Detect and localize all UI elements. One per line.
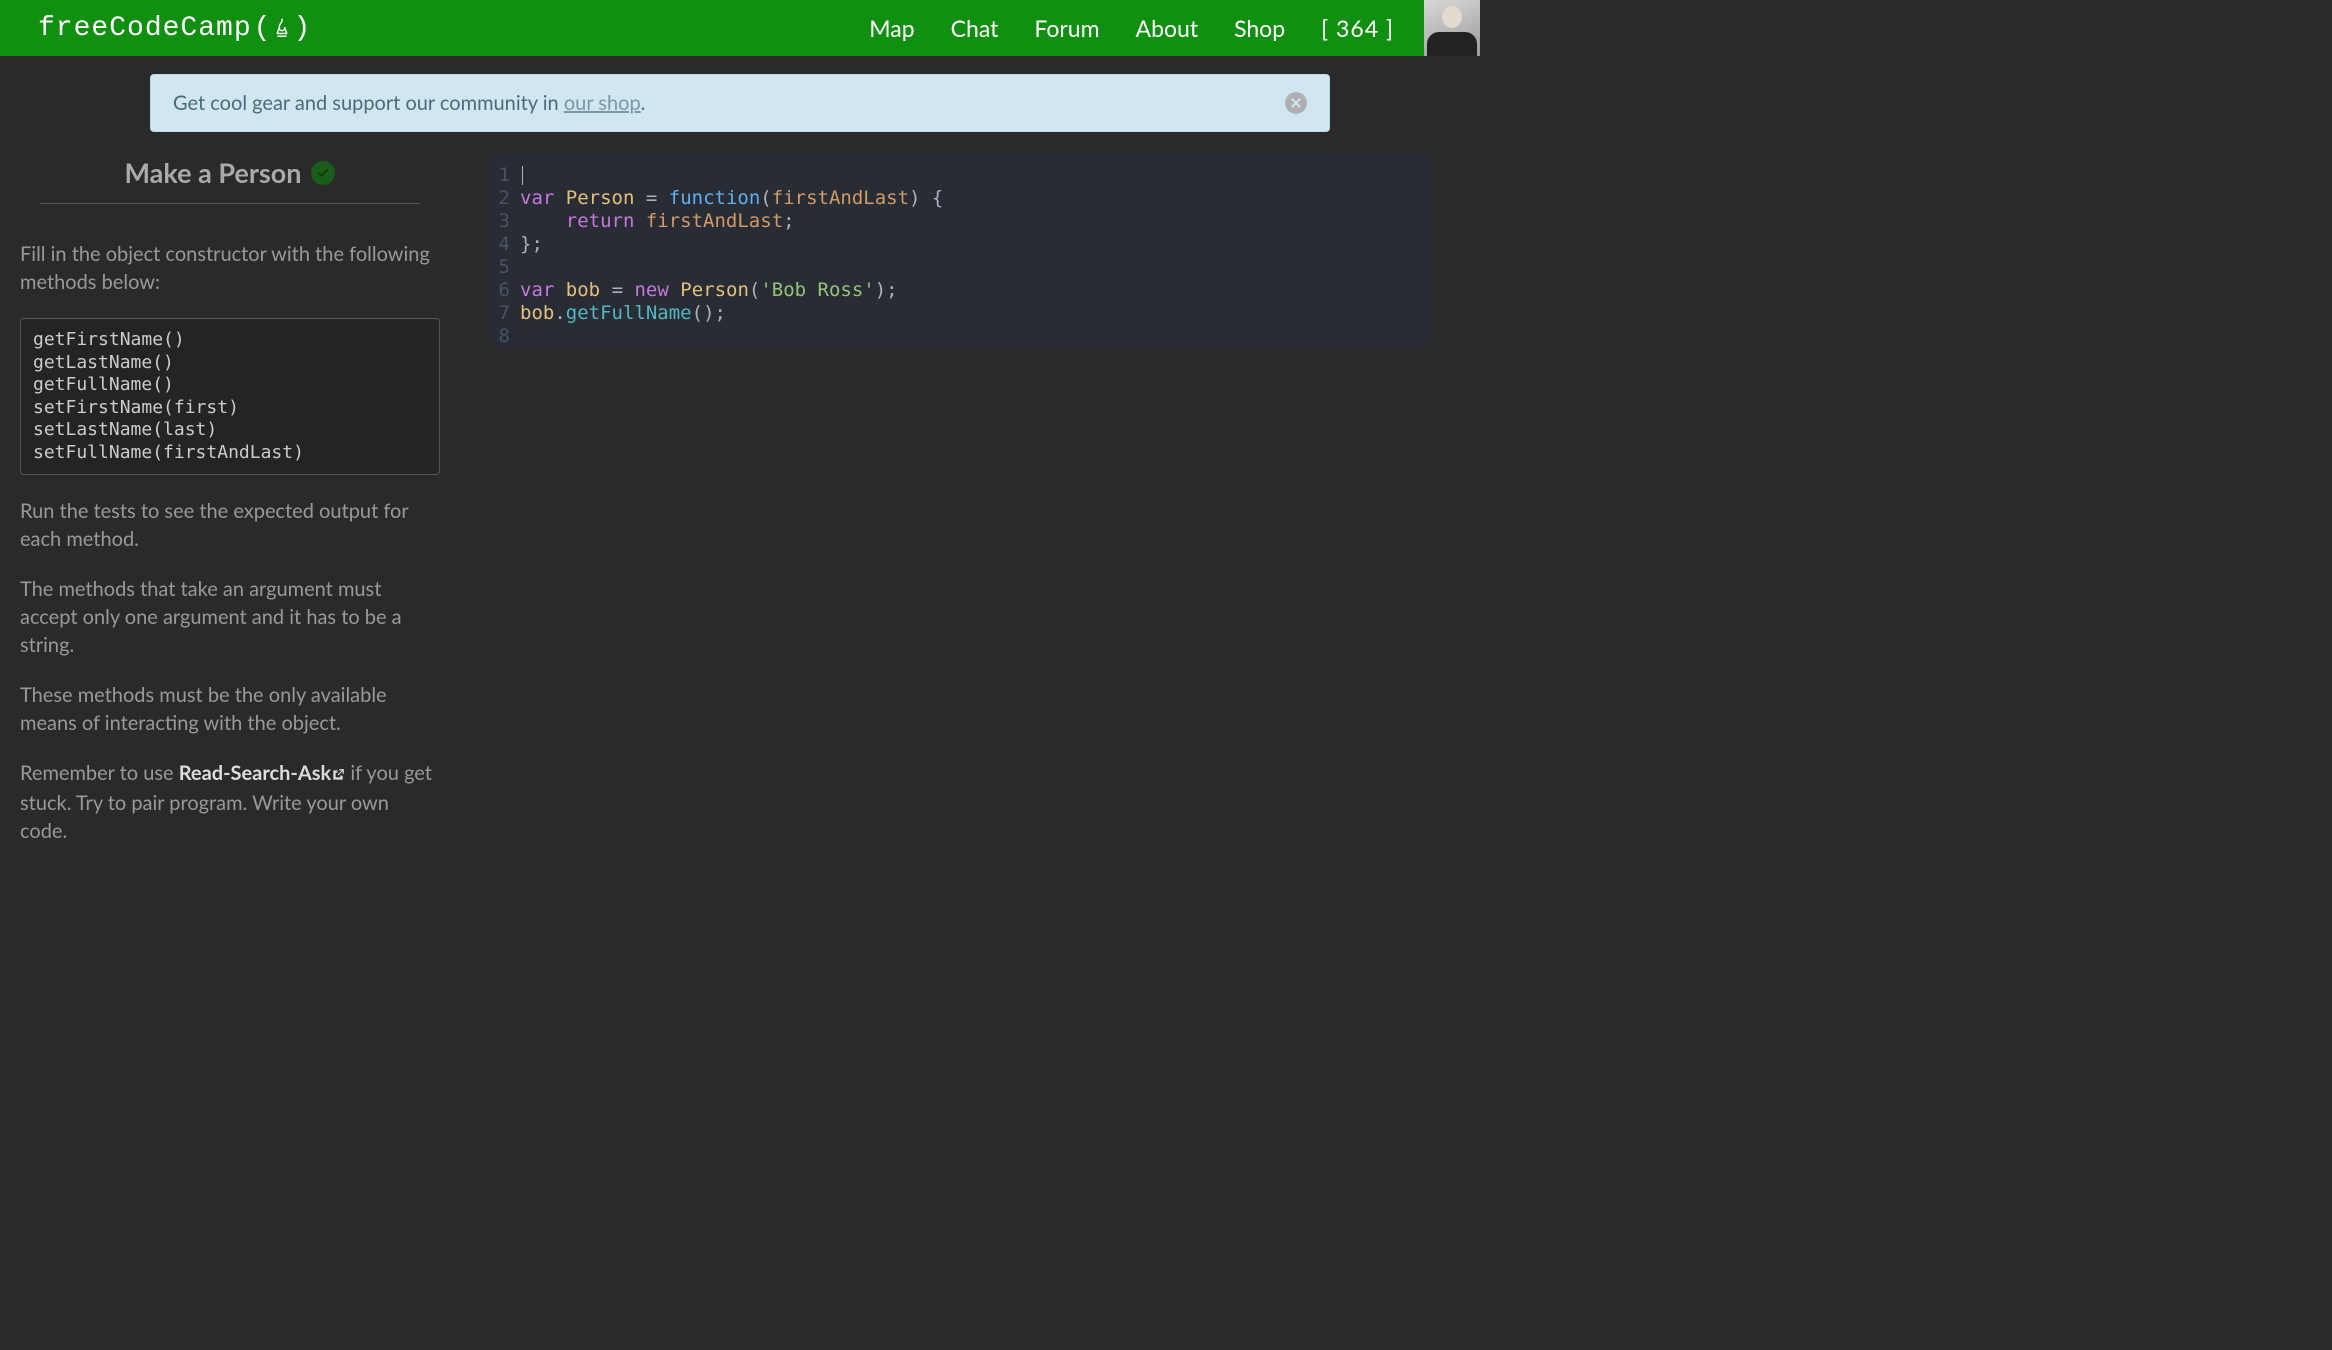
- code-editor[interactable]: 12var Person = function(firstAndLast) {3…: [488, 154, 1432, 346]
- line-number: 3: [494, 210, 520, 233]
- code-line[interactable]: 2var Person = function(firstAndLast) {: [488, 187, 1432, 210]
- run-tests-text: Run the tests to see the expected output…: [20, 497, 440, 553]
- code-line[interactable]: 1: [488, 164, 1432, 187]
- brand-logo[interactable]: freeCodeCamp (): [38, 13, 311, 44]
- rsa-link[interactable]: Read-Search-Ask: [179, 761, 346, 785]
- navbar: freeCodeCamp () Map Chat Forum About Sho…: [0, 0, 1480, 56]
- code-line[interactable]: 4};: [488, 233, 1432, 256]
- code-content[interactable]: bob.getFullName();: [520, 302, 726, 325]
- banner-text: Get cool gear and support our community …: [173, 91, 645, 115]
- code-line[interactable]: 8: [488, 325, 1432, 348]
- only-means-text: These methods must be the only available…: [20, 681, 440, 737]
- methods-code-block: getFirstName() getLastName() getFullName…: [20, 318, 440, 475]
- code-line[interactable]: 3 return firstAndLast;: [488, 210, 1432, 233]
- instructions: Fill in the object constructor with the …: [20, 240, 440, 858]
- nav-map[interactable]: Map: [851, 0, 932, 56]
- banner-shop-link[interactable]: our shop: [564, 91, 641, 115]
- challenge-title: Make a Person: [125, 156, 302, 189]
- code-line[interactable]: 6var bob = new Person('Bob Ross');: [488, 279, 1432, 302]
- avatar[interactable]: [1424, 0, 1480, 56]
- flame-icon: (): [254, 13, 312, 44]
- code-content[interactable]: return firstAndLast;: [520, 210, 795, 233]
- nav-forum[interactable]: Forum: [1016, 0, 1117, 56]
- instructions-panel[interactable]: Make a Person Fill in the object constru…: [20, 154, 450, 858]
- promo-banner: Get cool gear and support our community …: [150, 74, 1330, 132]
- line-number: 8: [494, 325, 520, 348]
- nav-chat[interactable]: Chat: [933, 0, 1017, 56]
- banner-suffix: .: [641, 91, 646, 115]
- code-line[interactable]: 5: [488, 256, 1432, 279]
- checkmark-icon: [311, 161, 335, 185]
- challenge-title-row: Make a Person: [40, 154, 420, 204]
- line-number: 7: [494, 302, 520, 325]
- nav-about[interactable]: About: [1118, 0, 1217, 56]
- line-number: 4: [494, 233, 520, 256]
- external-link-icon: [331, 761, 345, 789]
- intro-text: Fill in the object constructor with the …: [20, 240, 440, 296]
- rsa-text: Remember to use Read-Search-Ask if you g…: [20, 759, 440, 845]
- nav-score[interactable]: [ 364 ]: [1303, 0, 1412, 56]
- line-number: 6: [494, 279, 520, 302]
- code-content[interactable]: var bob = new Person('Bob Ross');: [520, 279, 898, 302]
- code-content[interactable]: var Person = function(firstAndLast) {: [520, 187, 943, 210]
- code-content[interactable]: [520, 164, 523, 187]
- nav-shop[interactable]: Shop: [1216, 0, 1303, 56]
- line-number: 1: [494, 164, 520, 187]
- rsa-prefix: Remember to use: [20, 761, 179, 785]
- content: Make a Person Fill in the object constru…: [0, 154, 1480, 858]
- banner-prefix: Get cool gear and support our community …: [173, 91, 564, 115]
- code-content[interactable]: };: [520, 233, 543, 256]
- code-line[interactable]: 7bob.getFullName();: [488, 302, 1432, 325]
- nav-right: Map Chat Forum About Shop [ 364 ]: [851, 0, 1480, 56]
- line-number: 2: [494, 187, 520, 210]
- close-icon[interactable]: [1285, 92, 1307, 114]
- line-number: 5: [494, 256, 520, 279]
- arg-rule-text: The methods that take an argument must a…: [20, 575, 440, 659]
- brand-text: freeCodeCamp: [38, 13, 252, 44]
